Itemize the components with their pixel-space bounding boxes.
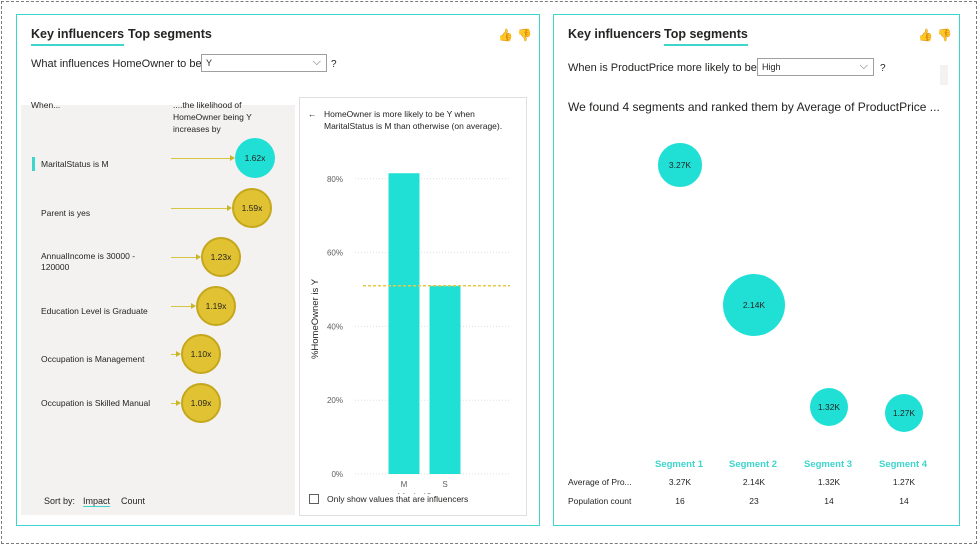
key-influencers-visual[interactable]: Key influencers Top segments 👍 👎 What inf… (16, 14, 540, 526)
target-value-dropdown[interactable]: Y ⌵ (201, 54, 327, 72)
segment-bubble[interactable]: 1.32K (810, 387, 848, 426)
influencer-bubble[interactable]: 1.59x (232, 188, 272, 228)
influencer-value: 1.10x (190, 349, 212, 359)
thumbs-up-icon[interactable]: 👍 (498, 28, 513, 42)
influencer-bubble[interactable]: 1.23x (201, 237, 241, 277)
segment-count-cell: 16 (675, 496, 685, 506)
segment-header[interactable]: Segment 4 (879, 459, 927, 470)
tab-top-segments[interactable]: Top segments (128, 27, 212, 44)
influencer-value: 1.62x (244, 153, 266, 163)
segment-bubble-value: 1.32K (817, 401, 841, 412)
segment-count-cell: 14 (899, 496, 909, 506)
help-icon[interactable]: ? (880, 63, 886, 74)
influencer-bubble[interactable]: 1.62x (235, 138, 275, 178)
help-icon[interactable]: ? (331, 59, 337, 70)
segment-header[interactable]: Segment 2 (729, 459, 777, 470)
question-text: When is ProductPrice more likely to be (568, 62, 757, 74)
segments-summary: We found 4 segments and ranked them by A… (568, 100, 940, 114)
segment-average-cell: 3.27K (668, 477, 692, 487)
target-value-dropdown[interactable]: High ⌵ (757, 58, 874, 76)
tab-key-influencers[interactable]: Key influencers (568, 27, 661, 44)
influencer-label[interactable]: Occupation is Skilled Manual (41, 398, 153, 409)
influencer-label[interactable]: AnnualIncome is 30000 - 120000 (41, 251, 153, 273)
segment-bubble-value: 2.14K (742, 300, 766, 311)
sort-by-label: Sort by: (44, 496, 76, 506)
segment-header[interactable]: Segment 3 (804, 459, 852, 470)
thumbs-down-icon[interactable]: 👎 (937, 28, 952, 42)
influencer-filter-checkbox[interactable] (309, 494, 319, 504)
tab-key-influencers[interactable]: Key influencers (31, 27, 125, 46)
column-header-when: When... (31, 100, 61, 110)
influencer-value: 1.23x (210, 252, 232, 262)
influencer-value: 1.59x (241, 203, 263, 213)
dropdown-value: Y (206, 58, 213, 68)
influencer-label[interactable]: Education Level is Graduate (41, 306, 153, 317)
top-segments-visual[interactable]: Key influencers Top segments 👍 👎 When is … (553, 14, 960, 526)
question-text: What influences HomeOwner to be (31, 58, 202, 70)
back-arrow-icon[interactable]: ← (308, 108, 317, 120)
sort-option-count[interactable]: Count (121, 496, 145, 506)
segment-header[interactable]: Segment 1 (655, 459, 703, 470)
segment-count-cell: 14 (824, 496, 834, 506)
dropdown-value: High (762, 62, 781, 72)
y-axis-title: %HomeOwner is Y (310, 278, 321, 359)
column-header-likelihood: ....the likelihood of HomeOwner being Y … (173, 100, 252, 134)
bar (388, 173, 420, 474)
chevron-down-icon: ⌵ (859, 60, 868, 72)
influencer-connector-line (171, 208, 228, 209)
y-tick-label: 0% (331, 470, 343, 479)
influencer-value: 1.19x (205, 301, 227, 311)
x-tick-label: S (442, 480, 447, 489)
feedback-buttons: 👍 👎 (494, 28, 532, 42)
bar (429, 285, 461, 474)
segment-average-cell: 2.14K (742, 477, 766, 487)
segment-bubble[interactable]: 2.14K (723, 274, 785, 337)
scrollbar-thumb[interactable] (940, 65, 948, 85)
y-tick-label: 20% (327, 396, 343, 405)
tab-top-segments[interactable]: Top segments (664, 27, 748, 46)
influencer-value: 1.09x (190, 398, 212, 408)
thumbs-up-icon[interactable]: 👍 (918, 28, 933, 42)
influencer-label[interactable]: Occupation is Management (41, 354, 153, 365)
segment-bubble[interactable]: 1.27K (885, 394, 923, 432)
influencer-connector-line (171, 158, 231, 159)
thumbs-down-icon[interactable]: 👎 (517, 28, 532, 42)
segment-bubble[interactable]: 3.27K (658, 143, 702, 187)
chevron-down-icon: ⌵ (312, 56, 321, 68)
y-tick-label: 80% (327, 175, 343, 184)
segment-bubble-value: 1.27K (892, 408, 916, 418)
sort-option-impact[interactable]: Impact (83, 496, 111, 507)
segment-count-cell: 23 (749, 496, 759, 506)
influencer-label[interactable]: Parent is yes (41, 208, 153, 219)
checkbox-label: Only show values that are influencers (327, 494, 469, 504)
row-label-average: Average of Pro... (568, 477, 632, 487)
segment-average-cell: 1.27K (892, 477, 916, 487)
marital-status-bar-chart: 0%20%40%60%80%MSMaritalStatus%HomeOwner … (310, 173, 510, 494)
segment-bubble-value: 3.27K (668, 159, 692, 170)
influencer-bubble[interactable]: 1.10x (181, 334, 221, 374)
row-label-population: Population count (568, 496, 632, 506)
feedback-buttons: 👍 👎 (914, 28, 952, 42)
influencer-detail-card: ← HomeOwner is more likely to be Y when … (299, 97, 527, 516)
segment-average-cell: 1.32K (817, 477, 841, 487)
x-tick-label: M (401, 480, 408, 489)
y-tick-label: 40% (327, 322, 343, 331)
influencer-connector-line (171, 257, 197, 258)
y-tick-label: 60% (327, 249, 343, 258)
influencer-bubble[interactable]: 1.09x (181, 383, 221, 423)
influencer-label[interactable]: MaritalStatus is M (32, 157, 153, 171)
influencer-connector-line (171, 306, 192, 307)
influencer-bubble[interactable]: 1.19x (196, 286, 236, 326)
